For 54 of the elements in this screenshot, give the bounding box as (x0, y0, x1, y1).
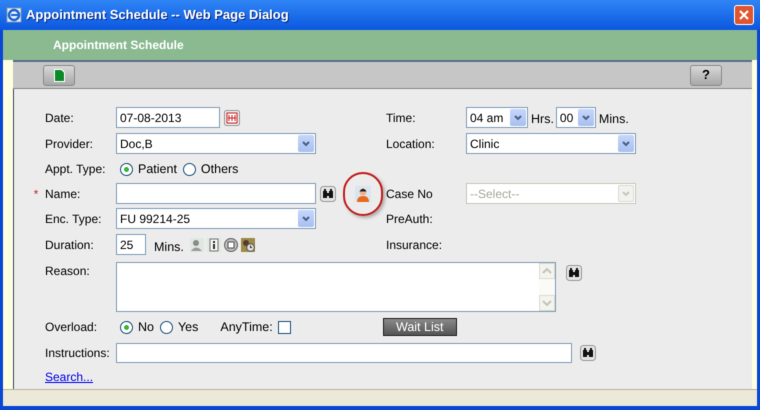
new-document-button[interactable] (43, 64, 75, 86)
duration-field[interactable]: 25 (116, 234, 146, 255)
name-field[interactable] (116, 183, 316, 204)
page-title: Appointment Schedule (53, 37, 184, 54)
help-button[interactable]: ? (690, 64, 722, 86)
date-field[interactable]: 07-08-2013 (116, 107, 220, 128)
window-title: Appointment Schedule -- Web Page Dialog (26, 6, 289, 24)
field-label: Duration: (45, 236, 95, 254)
unit-label: Hrs. (531, 111, 554, 128)
field-label: Enc. Type: (45, 210, 102, 228)
hour-dropdown[interactable]: 04 am (466, 107, 528, 128)
field-label: Date: (45, 110, 75, 126)
radio-button[interactable] (120, 320, 133, 334)
field-label: Instructions: (45, 345, 111, 362)
calendar-icon[interactable] (224, 110, 240, 126)
field-label: Name: (45, 186, 80, 202)
instructions-field[interactable] (116, 343, 572, 363)
unit-label: Mins. (154, 238, 184, 256)
field-label: Reason: (45, 263, 91, 280)
person-clock-icon[interactable] (240, 238, 255, 252)
wait-list-button[interactable]: Wait List (382, 318, 457, 336)
radio-label: Others (200, 160, 238, 178)
binoculars-icon[interactable] (320, 186, 336, 202)
close-icon (739, 10, 749, 20)
field-label: Overload: (45, 319, 98, 336)
radio-label: No (138, 318, 154, 336)
provider-dropdown[interactable]: Doc,B (116, 133, 316, 154)
radio-button[interactable] (120, 162, 133, 176)
radio-button[interactable] (160, 320, 173, 334)
browser-icon (6, 7, 22, 23)
unit-label: Mins. (598, 111, 629, 128)
field-label: Time: (386, 110, 417, 126)
field-label: Insurance: (386, 236, 444, 254)
encounter-type-dropdown[interactable]: FU 99214-25 (116, 208, 316, 229)
location-dropdown[interactable]: Clinic (466, 133, 636, 154)
field-label: PreAuth: (386, 210, 434, 228)
radio-label: Yes (178, 318, 198, 336)
field-label: Provider: (45, 136, 94, 152)
binoculars-icon[interactable] (566, 265, 582, 281)
info-icon[interactable] (206, 238, 221, 252)
field-label: Case No (386, 186, 434, 202)
close-button[interactable] (734, 5, 754, 25)
required-mark: * (32, 186, 40, 202)
search-link[interactable]: Search... (45, 368, 94, 386)
minute-dropdown[interactable]: 00 (556, 107, 596, 128)
checkbox[interactable] (278, 320, 291, 334)
person-icon[interactable] (355, 186, 371, 202)
binoculars-icon[interactable] (580, 345, 596, 361)
field-label: Appt. Type: (45, 161, 106, 178)
document-icon (54, 68, 64, 82)
radio-button[interactable] (182, 162, 196, 176)
field-label: Location: (386, 136, 436, 152)
field-label: AnyTime: (220, 318, 273, 336)
radio-label: Patient (138, 160, 177, 178)
